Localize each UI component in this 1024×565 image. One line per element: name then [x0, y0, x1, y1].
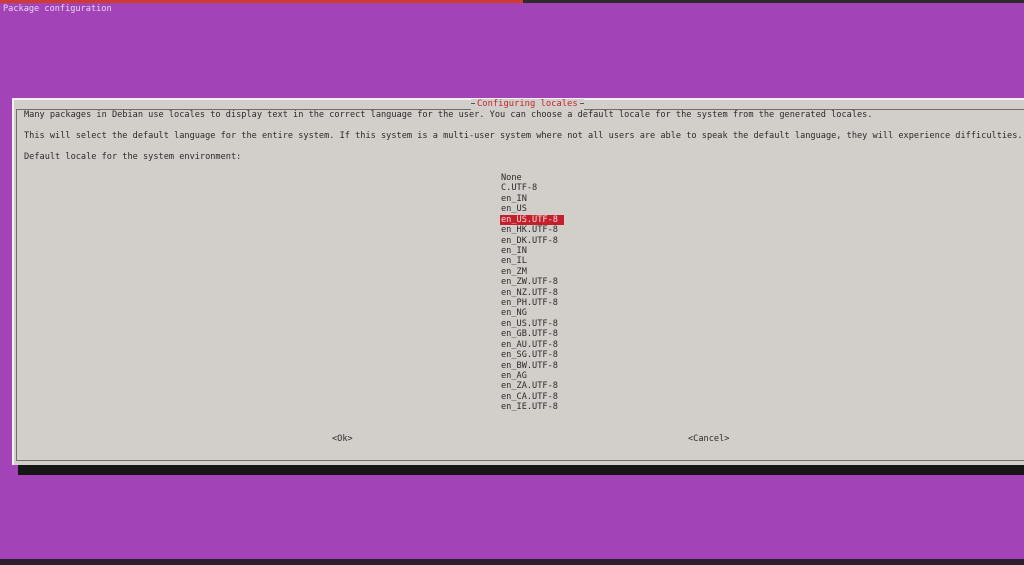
dialog-shadow	[18, 465, 1024, 475]
cancel-button[interactable]: <Cancel>	[688, 434, 729, 445]
locale-option[interactable]: en_NZ.UTF-8	[500, 288, 580, 298]
description-line-1: Many packages in Debian use locales to d…	[24, 110, 873, 120]
locale-option[interactable]: en_US	[500, 204, 580, 214]
locale-option[interactable]: en_GB.UTF-8	[500, 329, 580, 339]
locale-option[interactable]: en_BW.UTF-8	[500, 361, 580, 371]
locale-option[interactable]: en_AU.UTF-8	[500, 340, 580, 350]
locale-option[interactable]: en_IE.UTF-8	[500, 402, 580, 412]
locale-option[interactable]: en_HK.UTF-8	[500, 225, 580, 235]
top-progress-line	[0, 0, 523, 3]
locale-option[interactable]: None	[500, 173, 580, 183]
locale-option[interactable]: en_IN	[500, 194, 580, 204]
locale-option[interactable]: en_US.UTF-8	[500, 319, 580, 329]
locale-option[interactable]: en_CA.UTF-8	[500, 392, 580, 402]
backtitle: Package configuration	[3, 4, 112, 14]
locale-option[interactable]: en_SG.UTF-8	[500, 350, 580, 360]
locale-dialog: Configuring locales Many packages in Deb…	[12, 98, 1024, 465]
locale-option[interactable]: en_PH.UTF-8	[500, 298, 580, 308]
locale-option[interactable]: en_ZW.UTF-8	[500, 277, 580, 287]
locale-list[interactable]: None C.UTF-8 en_IN en_US en_US.UTF-8 en_HK.UT…	[500, 173, 580, 413]
locale-option[interactable]: en_NG	[500, 308, 580, 318]
locale-prompt: Default locale for the system environmen…	[24, 152, 242, 162]
locale-option-selected[interactable]: en_US.UTF-8	[500, 214, 564, 226]
top-bar	[0, 0, 1024, 3]
description-line-2: This will select the default language fo…	[24, 131, 1023, 141]
locale-option[interactable]: en_IL	[500, 256, 580, 266]
locale-option[interactable]: en_AG	[500, 371, 580, 381]
bottom-strip	[0, 559, 1024, 565]
locale-option[interactable]: en_ZM	[500, 267, 580, 277]
locale-option[interactable]: en_IN	[500, 246, 580, 256]
locale-option[interactable]: en_DK.UTF-8	[500, 236, 580, 246]
dialog-title: Configuring locales	[471, 99, 584, 110]
locale-option[interactable]: en_ZA.UTF-8	[500, 381, 580, 391]
terminal-screen: Package configuration Configuring locale…	[0, 0, 1024, 565]
ok-button[interactable]: <Ok>	[332, 434, 353, 445]
locale-option[interactable]: C.UTF-8	[500, 183, 580, 193]
